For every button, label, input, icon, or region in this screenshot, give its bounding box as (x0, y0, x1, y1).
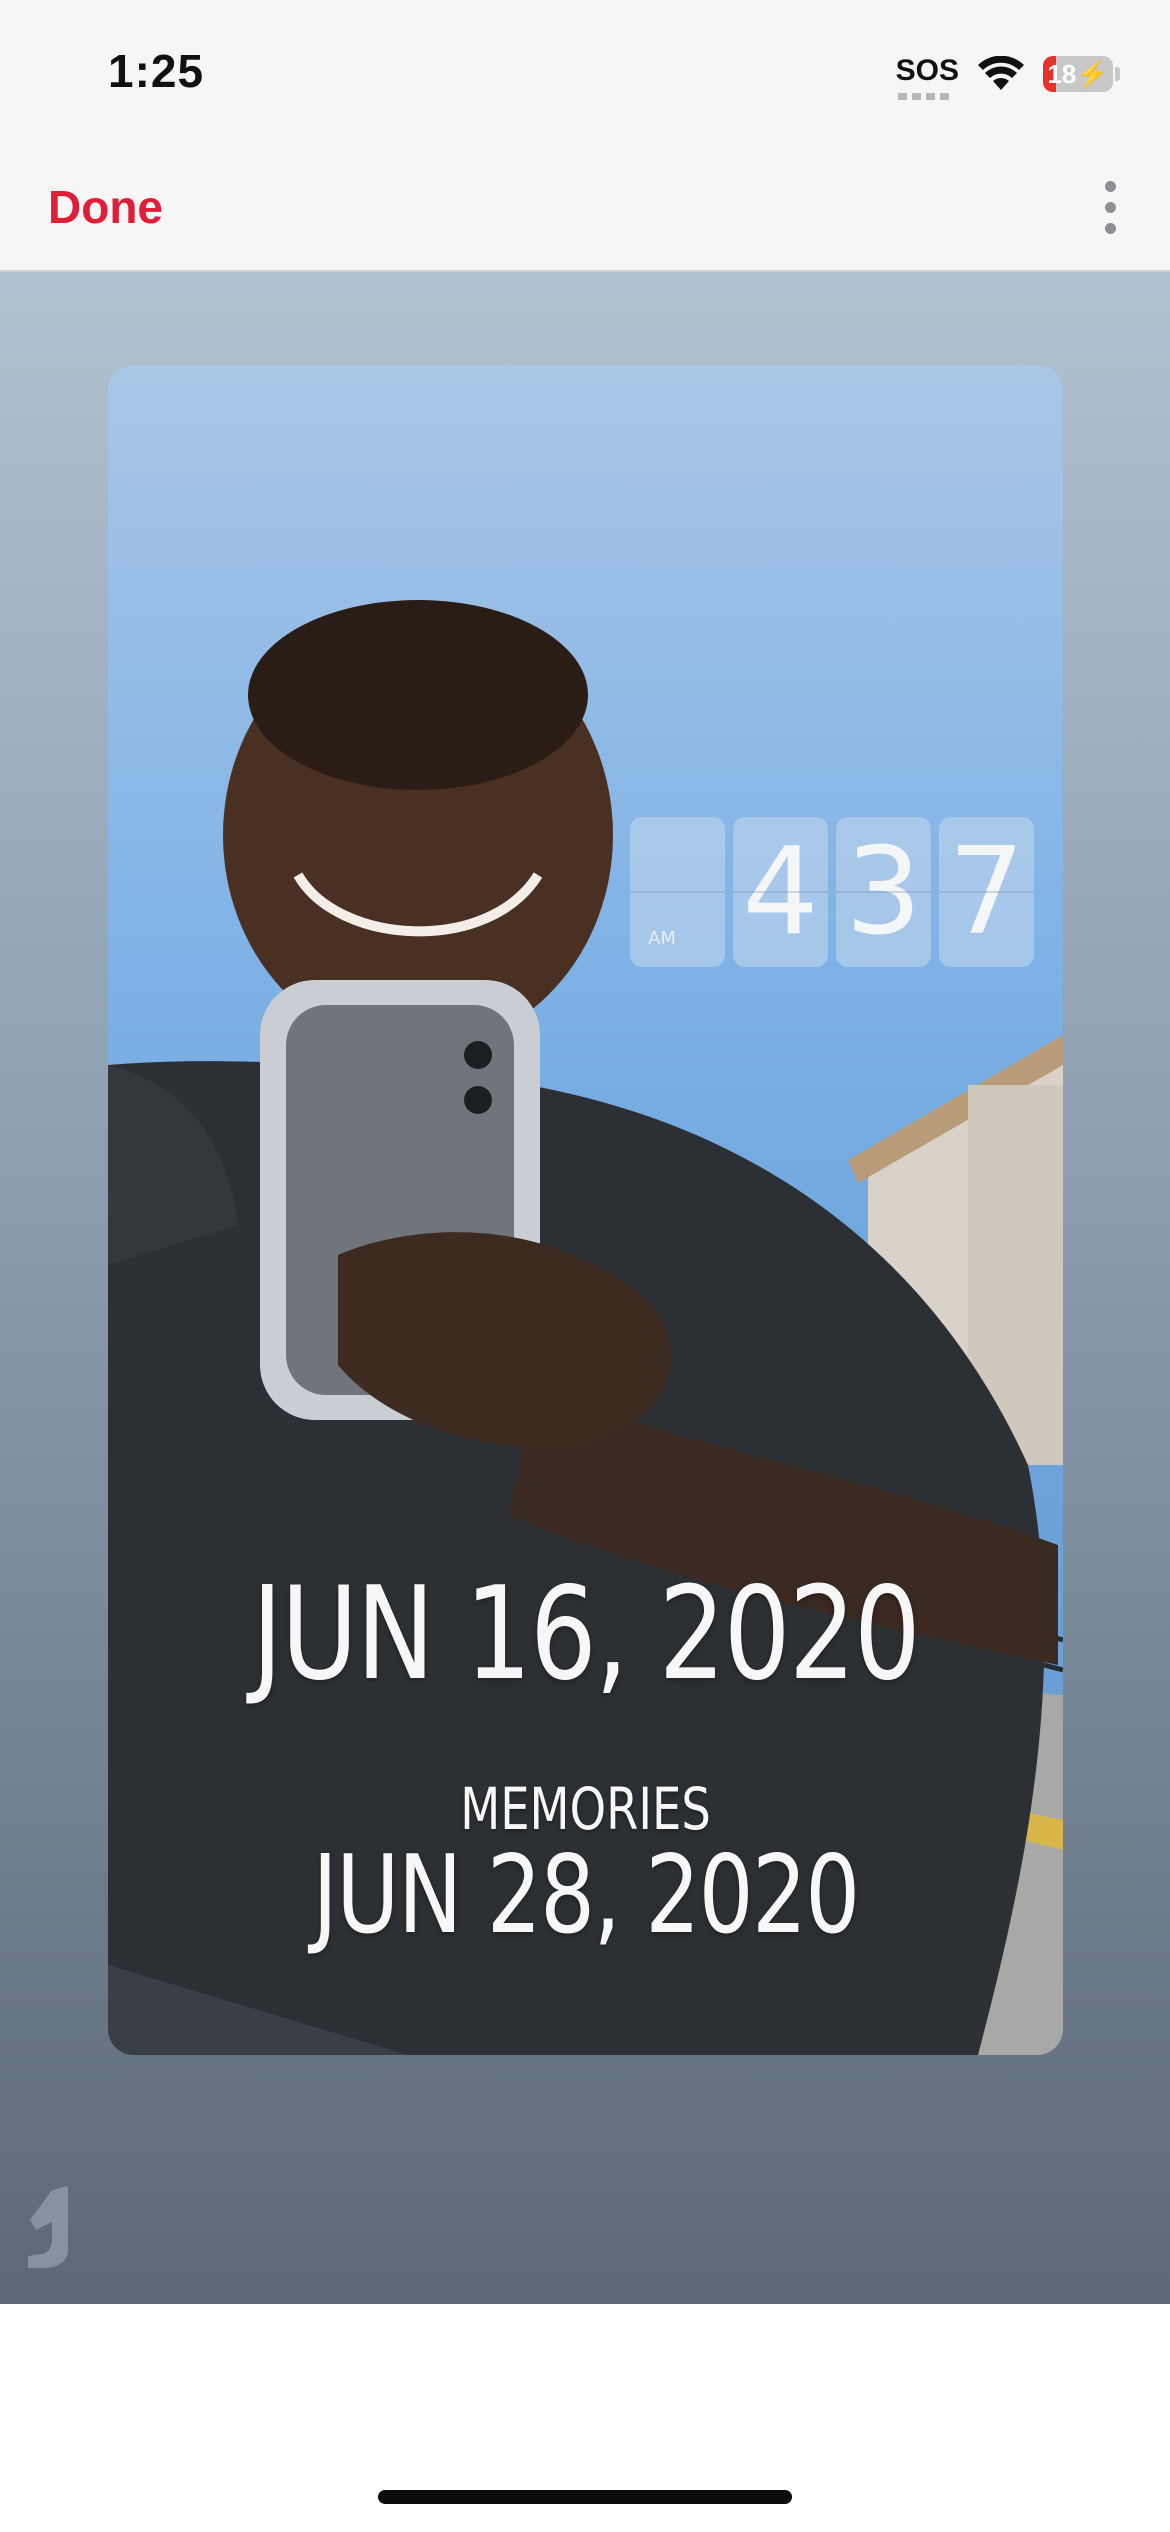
clock-ampm-tile: AM (630, 817, 725, 967)
app-logo-icon (28, 2186, 68, 2268)
photo-date: JUN 16, 2020 (251, 1560, 921, 1709)
battery-value: 18 (1047, 58, 1077, 89)
home-indicator[interactable] (378, 2490, 792, 2504)
more-dot (1104, 222, 1116, 234)
clock-digit: 7 (939, 817, 1034, 967)
more-dot (1104, 201, 1116, 213)
flip-clock-sticker: AM 4 3 7 (630, 817, 1034, 967)
status-indicators: SOS 18 ⚡ (895, 52, 1120, 100)
status-time: 1:25 (108, 45, 205, 97)
memory-photo[interactable]: AM 4 3 7 JUN 16, 2020 MEMORIES JUN 28, 2… (108, 365, 1063, 2055)
done-button[interactable]: Done (48, 180, 163, 234)
status-bar: 1:25 SOS 18 ⚡ (0, 0, 1170, 150)
clock-digit: 4 (733, 817, 828, 967)
memories-date: JUN 28, 2020 (312, 1833, 860, 1958)
sos-indicator: SOS (895, 54, 959, 100)
navigation-bar: Done (0, 150, 1170, 272)
more-vertical-icon[interactable] (1090, 172, 1130, 242)
media-viewer: AM 4 3 7 JUN 16, 2020 MEMORIES JUN 28, 2… (0, 272, 1170, 2304)
battery-charging-icon: 18 ⚡ (1043, 56, 1113, 92)
clock-ampm: AM (648, 928, 676, 949)
bolt-icon: ⚡ (1076, 58, 1109, 89)
battery-tip (1115, 67, 1120, 81)
more-dot (1104, 180, 1116, 192)
clock-digit: 3 (836, 817, 931, 967)
battery-percentage: 18 ⚡ (1043, 56, 1113, 92)
wifi-icon (978, 56, 1024, 90)
